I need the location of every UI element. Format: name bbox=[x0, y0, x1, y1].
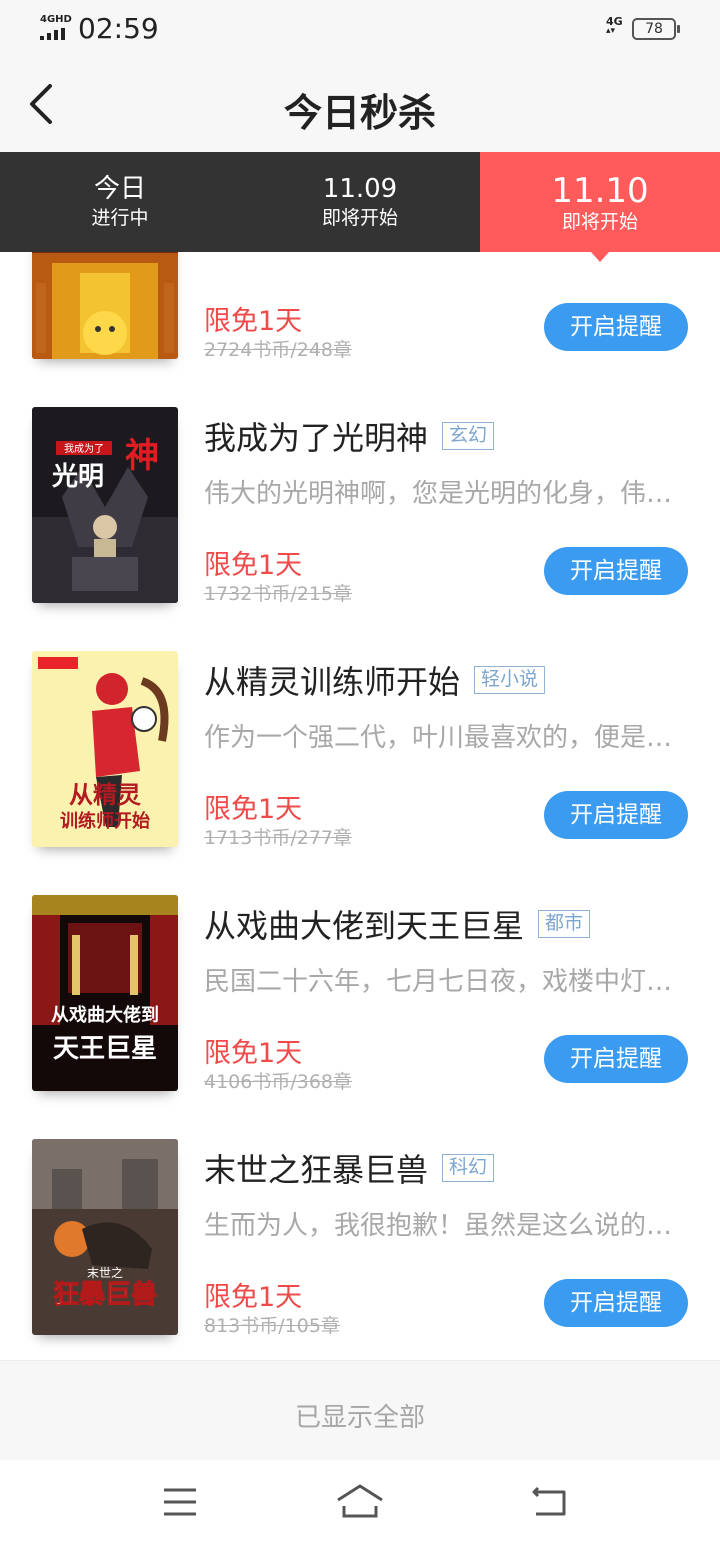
genre-tag: 都市 bbox=[538, 910, 591, 938]
original-price: 1732书币/215章 bbox=[204, 583, 353, 605]
book-item[interactable]: 从戏曲大佬到 天王巨星 从戏曲大佬到天王巨星 都市 民国二十六年，七月七日夜，戏楼… bbox=[0, 895, 720, 1139]
book-item[interactable]: 从精灵 训练师开始 从精灵训练师开始 轻小说 作为一个强二代，叶川最喜欢的，便是那… bbox=[0, 651, 720, 895]
original-price: 2724书币/248章 bbox=[204, 339, 353, 361]
book-title: 我成为了光明神 玄幻 bbox=[204, 413, 495, 459]
return-icon bbox=[532, 1486, 566, 1516]
svg-text:神: 神 bbox=[125, 436, 159, 476]
original-price: 813书币/105章 bbox=[204, 1315, 340, 1337]
free-label: 限免1天 bbox=[204, 1038, 303, 1069]
book-item[interactable]: 限免1天 2724书币/248章 开启提醒 bbox=[0, 252, 720, 407]
book-title: 从精灵训练师开始 轻小说 bbox=[204, 657, 546, 703]
original-price: 4106书币/368章 bbox=[204, 1071, 353, 1093]
book-description: 生而为人，我很抱歉！虽然是这么说的，但是 bbox=[204, 1211, 684, 1241]
book-cover[interactable]: 末世之 狂暴巨兽 bbox=[32, 1139, 178, 1335]
book-cover[interactable]: 从戏曲大佬到 天王巨星 bbox=[32, 895, 178, 1091]
free-label: 限免1天 bbox=[204, 306, 303, 337]
tab-status: 即将开始 bbox=[561, 211, 638, 233]
tab-status: 即将开始 bbox=[321, 207, 398, 229]
book-cover[interactable]: 从精灵 训练师开始 bbox=[32, 651, 178, 847]
svg-text:光明: 光明 bbox=[51, 462, 104, 492]
tab-1109[interactable]: 11.09 即将开始 bbox=[240, 152, 480, 252]
cellular-icon: 4G ▴▾ bbox=[606, 15, 623, 36]
svg-text:从戏曲大佬到: 从戏曲大佬到 bbox=[51, 1004, 159, 1026]
svg-text:末世之: 末世之 bbox=[87, 1266, 123, 1280]
network-type: 4GHD bbox=[40, 14, 72, 25]
genre-tag: 玄幻 bbox=[442, 422, 495, 450]
end-of-list-text: 已显示全部 bbox=[294, 1403, 425, 1433]
book-item[interactable]: 末世之 狂暴巨兽 末世之狂暴巨兽 科幻 生而为人，我很抱歉！虽然是这么说的，但是 … bbox=[0, 1139, 720, 1360]
clock: 02:59 bbox=[78, 12, 159, 45]
tab-label: 11.10 bbox=[551, 171, 649, 211]
book-description: 伟大的光明神啊，您是光明的化身，伟大的光明神啊 bbox=[204, 479, 684, 509]
menu-icon bbox=[164, 1488, 196, 1516]
remind-button[interactable]: 开启提醒 bbox=[544, 1279, 688, 1327]
signal-icon: 4GHD bbox=[40, 14, 72, 40]
remind-button[interactable]: 开启提醒 bbox=[544, 1035, 688, 1083]
book-description: 民国二十六年，七月七日夜，戏楼中灯火通明 bbox=[204, 967, 684, 997]
header: 今日秒杀 bbox=[0, 56, 720, 152]
status-bar: 4GHD 02:59 4G ▴▾ 78 bbox=[0, 0, 720, 56]
svg-text:狂暴巨兽: 狂暴巨兽 bbox=[53, 1279, 157, 1310]
home-icon bbox=[337, 1484, 383, 1518]
svg-text:从精灵: 从精灵 bbox=[69, 781, 141, 809]
svg-text:我成为了: 我成为了 bbox=[64, 443, 104, 455]
tab-today[interactable]: 今日 进行中 bbox=[0, 152, 240, 252]
system-nav-bar bbox=[0, 1460, 720, 1544]
book-item[interactable]: 我成为了 光明 神 我成为了光明神玄幻 伟大的光明神啊，您是光明的化身，伟大的光… bbox=[0, 407, 720, 651]
free-label: 限免1天 bbox=[204, 1282, 303, 1313]
original-price: 1713书币/277章 bbox=[204, 827, 353, 849]
battery-icon: 78 bbox=[632, 18, 680, 40]
battery-level: 78 bbox=[645, 21, 663, 37]
tab-1110[interactable]: 11.10 即将开始 bbox=[480, 152, 720, 262]
book-title: 从戏曲大佬到天王巨星 都市 bbox=[204, 901, 591, 947]
book-description: 作为一个强二代，叶川最喜欢的，便是那些精灵 bbox=[204, 723, 684, 753]
free-label: 限免1天 bbox=[204, 550, 303, 581]
genre-tag: 科幻 bbox=[442, 1154, 495, 1182]
svg-text:训练师开始: 训练师开始 bbox=[60, 810, 150, 832]
date-tabs: 今日 进行中 11.09 即将开始 11.10 即将开始 bbox=[0, 152, 720, 262]
book-cover[interactable] bbox=[32, 252, 178, 359]
book-title: 末世之狂暴巨兽 科幻 bbox=[204, 1145, 495, 1191]
remind-button[interactable]: 开启提醒 bbox=[544, 791, 688, 839]
book-list: 限免1天 2724书币/248章 开启提醒 我成为了 光明 神 我成为了光明神玄… bbox=[0, 252, 720, 1360]
genre-tag: 轻小说 bbox=[474, 666, 546, 694]
remind-button[interactable]: 开启提醒 bbox=[544, 303, 688, 351]
back-nav-button[interactable] bbox=[520, 1480, 580, 1524]
free-label: 限免1天 bbox=[204, 794, 303, 825]
menu-button[interactable] bbox=[150, 1480, 210, 1524]
tab-status: 进行中 bbox=[91, 207, 149, 229]
book-cover[interactable]: 我成为了 光明 神 bbox=[32, 407, 178, 603]
home-button[interactable] bbox=[330, 1480, 390, 1524]
svg-text:天王巨星: 天王巨星 bbox=[53, 1034, 157, 1064]
page-title: 今日秒杀 bbox=[283, 91, 436, 135]
tab-label: 今日 bbox=[93, 174, 146, 204]
list-end-footer: 已显示全部 bbox=[0, 1360, 720, 1460]
remind-button[interactable]: 开启提醒 bbox=[544, 547, 688, 595]
tab-label: 11.09 bbox=[322, 174, 398, 204]
